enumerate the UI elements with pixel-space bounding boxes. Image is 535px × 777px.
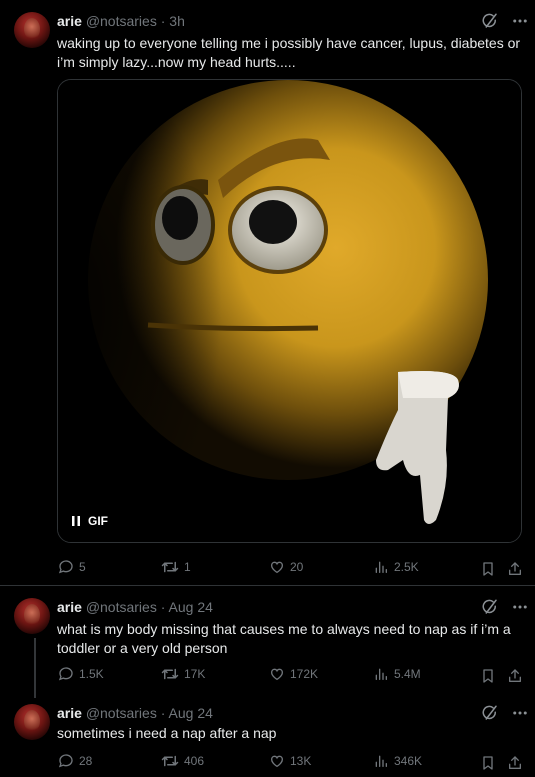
grok-icon[interactable] bbox=[481, 12, 499, 30]
reply-button[interactable]: 5 bbox=[58, 557, 86, 577]
author-name[interactable]: arie bbox=[57, 705, 82, 721]
more-icon[interactable] bbox=[511, 598, 529, 616]
views-icon bbox=[373, 753, 389, 769]
tweet-header: arie @notsaries · Aug 24 bbox=[57, 598, 213, 616]
views-button[interactable]: 5.4M bbox=[373, 664, 421, 684]
like-button[interactable]: 20 bbox=[269, 557, 303, 577]
author-name[interactable]: arie bbox=[57, 13, 82, 29]
share-icon[interactable] bbox=[507, 753, 523, 773]
reply-icon bbox=[58, 753, 74, 769]
like-count: 172K bbox=[290, 667, 319, 681]
grok-icon[interactable] bbox=[481, 704, 499, 722]
reply-icon bbox=[58, 559, 74, 575]
author-handle[interactable]: @notsaries bbox=[86, 599, 157, 615]
gif-controls[interactable]: GIF bbox=[72, 514, 108, 528]
like-count: 13K bbox=[290, 754, 312, 768]
like-button[interactable]: 172K bbox=[269, 664, 318, 684]
bookmark-icon[interactable] bbox=[480, 753, 496, 773]
author-handle[interactable]: @notsaries bbox=[86, 705, 157, 721]
like-button[interactable]: 13K bbox=[269, 751, 311, 771]
views-icon bbox=[373, 559, 389, 575]
pause-icon[interactable] bbox=[72, 516, 80, 526]
dot-separator: · bbox=[160, 705, 166, 721]
retweet-icon bbox=[161, 752, 179, 770]
tweet-top-actions bbox=[481, 598, 529, 616]
reply-button[interactable]: 1.5K bbox=[58, 664, 104, 684]
reply-count: 28 bbox=[79, 754, 93, 768]
tweet-top-actions bbox=[481, 704, 529, 722]
avatar[interactable] bbox=[14, 704, 50, 740]
share-icon[interactable] bbox=[507, 666, 523, 686]
retweet-button[interactable]: 1 bbox=[161, 557, 191, 577]
tweet-header: arie @notsaries · 3h bbox=[57, 12, 185, 30]
like-count: 20 bbox=[290, 560, 304, 574]
grok-icon[interactable] bbox=[481, 598, 499, 616]
tweet-2[interactable]: arie @notsaries · Aug 24 what is my body… bbox=[0, 586, 535, 698]
like-icon bbox=[269, 559, 285, 575]
like-icon bbox=[269, 753, 285, 769]
more-icon[interactable] bbox=[511, 704, 529, 722]
tweet-actions: 5 1 20 2.5K bbox=[58, 557, 528, 577]
tweet-time[interactable]: Aug 24 bbox=[169, 705, 213, 721]
reply-button[interactable]: 28 bbox=[58, 751, 92, 771]
views-count: 5.4M bbox=[394, 667, 421, 681]
retweet-button[interactable]: 406 bbox=[161, 751, 204, 771]
tweet-time[interactable]: Aug 24 bbox=[169, 599, 213, 615]
like-icon bbox=[269, 666, 285, 682]
thread-line bbox=[34, 638, 36, 698]
share-icon[interactable] bbox=[507, 559, 523, 579]
retweet-button[interactable]: 17K bbox=[161, 664, 205, 684]
views-count: 346K bbox=[394, 754, 423, 768]
tweet-text: sometimes i need a nap after a nap bbox=[57, 725, 277, 741]
bookmark-icon[interactable] bbox=[480, 559, 496, 579]
retweet-count: 406 bbox=[184, 754, 205, 768]
tweet-time[interactable]: 3h bbox=[169, 13, 185, 29]
gif-badge: GIF bbox=[88, 514, 108, 528]
more-icon[interactable] bbox=[511, 12, 529, 30]
reply-icon bbox=[58, 666, 74, 682]
tweet-top-actions bbox=[481, 12, 529, 30]
views-button[interactable]: 2.5K bbox=[373, 557, 419, 577]
retweet-count: 1 bbox=[184, 560, 191, 574]
tweet-text: waking up to everyone telling me i possi… bbox=[57, 35, 521, 70]
tweet-header: arie @notsaries · Aug 24 bbox=[57, 704, 213, 722]
retweet-count: 17K bbox=[184, 667, 206, 681]
tweet-actions: 28 406 13K 346K bbox=[58, 751, 528, 771]
tweet-1[interactable]: arie @notsaries · 3h waking up to everyo… bbox=[0, 0, 535, 585]
tweet-text: what is my body missing that causes me t… bbox=[57, 621, 511, 656]
avatar[interactable] bbox=[14, 598, 50, 634]
views-count: 2.5K bbox=[394, 560, 419, 574]
reply-count: 5 bbox=[79, 560, 86, 574]
dot-separator: · bbox=[160, 599, 166, 615]
retweet-icon bbox=[161, 665, 179, 683]
author-handle[interactable]: @notsaries bbox=[86, 13, 157, 29]
gif-media[interactable]: GIF bbox=[57, 79, 522, 543]
avatar[interactable] bbox=[14, 12, 50, 48]
dot-separator: · bbox=[160, 13, 166, 29]
author-name[interactable]: arie bbox=[57, 599, 82, 615]
tweet-actions: 1.5K 17K 172K 5.4M bbox=[58, 664, 528, 684]
retweet-icon bbox=[161, 558, 179, 576]
emoji-gif-image bbox=[58, 80, 521, 542]
reply-count: 1.5K bbox=[79, 667, 104, 681]
bookmark-icon[interactable] bbox=[480, 666, 496, 686]
tweet-3[interactable]: arie @notsaries · Aug 24 sometimes i nee… bbox=[0, 692, 535, 777]
views-button[interactable]: 346K bbox=[373, 751, 422, 771]
views-icon bbox=[373, 666, 389, 682]
